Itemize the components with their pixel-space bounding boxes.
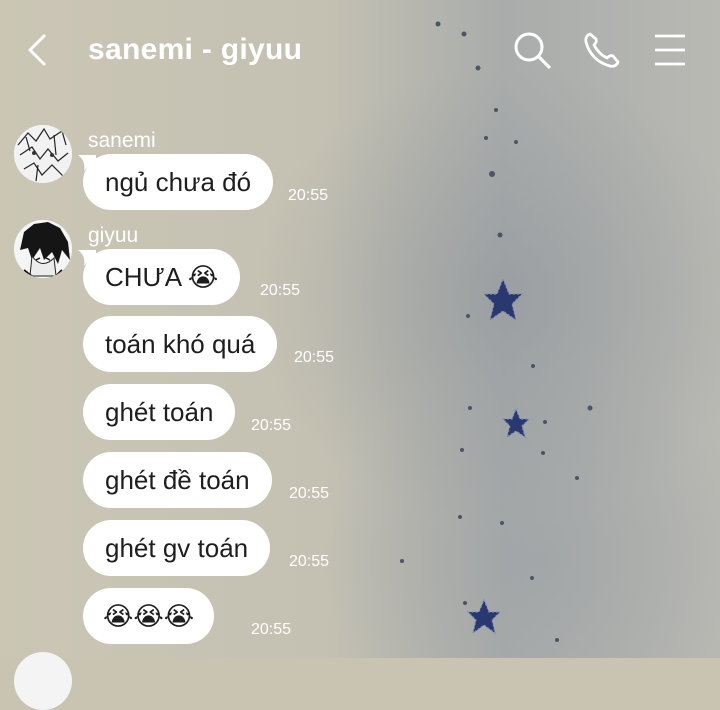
- message-bubble[interactable]: 😭😭😭: [83, 588, 215, 644]
- message-bubble[interactable]: CHƯA 😭: [83, 249, 241, 305]
- avatar-partial[interactable]: [14, 652, 72, 710]
- message-bubble[interactable]: ghét đề toán: [83, 452, 272, 508]
- message-time: 20:55: [289, 485, 330, 502]
- sender-name: sanemi: [88, 129, 156, 152]
- avatar-sanemi[interactable]: [14, 125, 72, 183]
- message-bubble[interactable]: ghét gv toán: [83, 520, 271, 576]
- message-time: 20:55: [251, 621, 292, 638]
- message-bubble[interactable]: toán khó quá: [83, 316, 278, 372]
- chevron-left-icon[interactable]: [22, 30, 52, 70]
- message-bubble[interactable]: ghét toán: [83, 384, 236, 440]
- chat-header: sanemi - giyuu: [0, 0, 720, 100]
- message-time: 20:55: [251, 417, 292, 434]
- message-time: 20:55: [288, 187, 329, 204]
- phone-icon[interactable]: [582, 30, 622, 70]
- sender-name: giyuu: [88, 224, 139, 247]
- menu-icon[interactable]: [650, 30, 690, 70]
- message-time: 20:55: [260, 282, 301, 299]
- avatar-giyuu[interactable]: [14, 220, 72, 278]
- avatar-giyuu-image: [14, 220, 72, 278]
- chat-title: sanemi - giyuu: [88, 33, 303, 66]
- message-time: 20:55: [294, 349, 335, 366]
- message-bubble[interactable]: ngủ chưa đó: [83, 154, 274, 210]
- avatar-sanemi-image: [14, 125, 72, 183]
- message-time: 20:55: [289, 553, 330, 570]
- search-icon[interactable]: [512, 30, 552, 70]
